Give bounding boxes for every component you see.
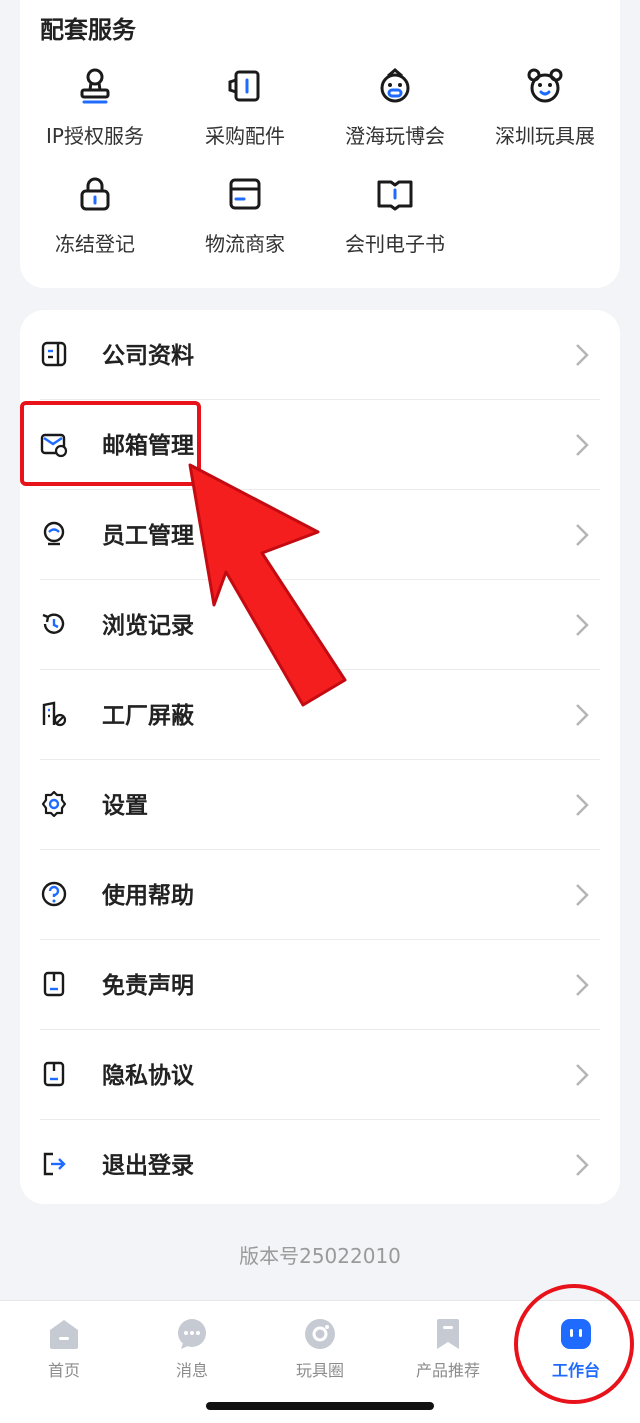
version-text: 版本号25022010 (239, 1244, 401, 1268)
message-icon (178, 1319, 206, 1349)
privacy-icon (43, 1061, 65, 1087)
menu-item-label: 退出登录 (102, 1153, 194, 1179)
disclaimer-icon (43, 971, 65, 997)
menu-item-employees[interactable]: 员工管理 (40, 490, 600, 580)
menu-item-label: 浏览记录 (102, 613, 194, 639)
chevron-right-icon (576, 704, 589, 726)
service-label: 物流商家 (205, 232, 285, 256)
chevron-right-icon (576, 434, 589, 456)
menu-item-label: 设置 (102, 793, 148, 819)
help-icon (41, 881, 67, 907)
service-label: 冻结登记 (55, 232, 135, 256)
home-icon (50, 1320, 78, 1349)
menu-item-label: 员工管理 (102, 523, 194, 549)
services-card: 配套服务 IP授权服务 采购配件 澄海玩博会 深圳玩具展 冻结登记 物流商家 会… (20, 0, 620, 288)
tab-messages[interactable]: 消息 (128, 1317, 256, 1381)
menu-item-history[interactable]: 浏览记录 (40, 580, 600, 670)
tab-label: 消息 (175, 1361, 208, 1380)
menu-item-label: 使用帮助 (102, 883, 194, 909)
bookmark-icon (437, 1319, 459, 1349)
chevron-right-icon (576, 1154, 589, 1176)
menu-item-label: 隐私协议 (102, 1063, 194, 1089)
menu-item-settings[interactable]: 设置 (40, 760, 600, 850)
chevron-right-icon (576, 1064, 589, 1086)
service-label: 深圳玩具展 (495, 124, 595, 148)
menu-item-label: 免责声明 (102, 973, 194, 999)
tab-home[interactable]: 首页 (0, 1317, 128, 1381)
tab-product-recommend[interactable]: 产品推荐 (384, 1317, 512, 1381)
menu-item-company-info[interactable]: 公司资料 (40, 310, 600, 400)
parts-icon (228, 70, 260, 102)
tab-label: 首页 (47, 1361, 80, 1380)
employee-icon (43, 521, 65, 546)
chevron-right-icon (576, 794, 589, 816)
logout-icon (43, 1152, 66, 1176)
menu-item-label: 公司资料 (102, 343, 194, 369)
chevron-right-icon (576, 974, 589, 996)
service-parts[interactable]: 采购配件 (170, 66, 320, 149)
menu-item-label: 工厂屏蔽 (102, 703, 194, 729)
service-label: 会刊电子书 (345, 232, 445, 256)
menu-item-privacy[interactable]: 隐私协议 (40, 1030, 600, 1120)
service-freeze-register[interactable]: 冻结登记 (20, 174, 170, 257)
menu-item-logout[interactable]: 退出登录 (40, 1120, 600, 1210)
service-label: 采购配件 (205, 124, 285, 148)
menu-item-factory-block[interactable]: 工厂屏蔽 (40, 670, 600, 760)
history-icon (42, 613, 65, 634)
highlight-box (20, 401, 201, 486)
service-ip-license[interactable]: IP授权服务 (20, 66, 170, 149)
menu-item-disclaimer[interactable]: 免责声明 (40, 940, 600, 1030)
service-label: 澄海玩博会 (345, 124, 445, 148)
bear-icon (527, 68, 563, 103)
tab-label: 产品推荐 (415, 1361, 480, 1380)
menu-item-help[interactable]: 使用帮助 (40, 850, 600, 940)
service-shenzhen-expo[interactable]: 深圳玩具展 (470, 66, 620, 149)
chevron-right-icon (576, 524, 589, 546)
tab-label: 玩具圈 (295, 1361, 344, 1380)
company-card-icon (41, 341, 67, 367)
services-title: 配套服务 (40, 16, 136, 44)
chevron-right-icon (576, 884, 589, 906)
service-logistics[interactable]: 物流商家 (170, 174, 320, 257)
book-icon (377, 180, 413, 211)
factory-block-icon (42, 701, 67, 727)
box-icon (229, 178, 261, 210)
service-ebook[interactable]: 会刊电子书 (320, 174, 470, 257)
circle-icon (305, 1319, 335, 1349)
service-chenghai-expo[interactable]: 澄海玩博会 (320, 66, 470, 149)
home-indicator (206, 1402, 434, 1410)
highlight-circle (514, 1284, 634, 1404)
service-label: IP授权服务 (46, 124, 144, 148)
lock-icon (80, 177, 110, 211)
gear-icon (41, 790, 67, 818)
stamp-icon (80, 68, 110, 104)
chevron-right-icon (576, 344, 589, 366)
tab-toy-circle[interactable]: 玩具圈 (256, 1317, 384, 1381)
expo-icon (380, 68, 410, 103)
chevron-right-icon (576, 614, 589, 636)
